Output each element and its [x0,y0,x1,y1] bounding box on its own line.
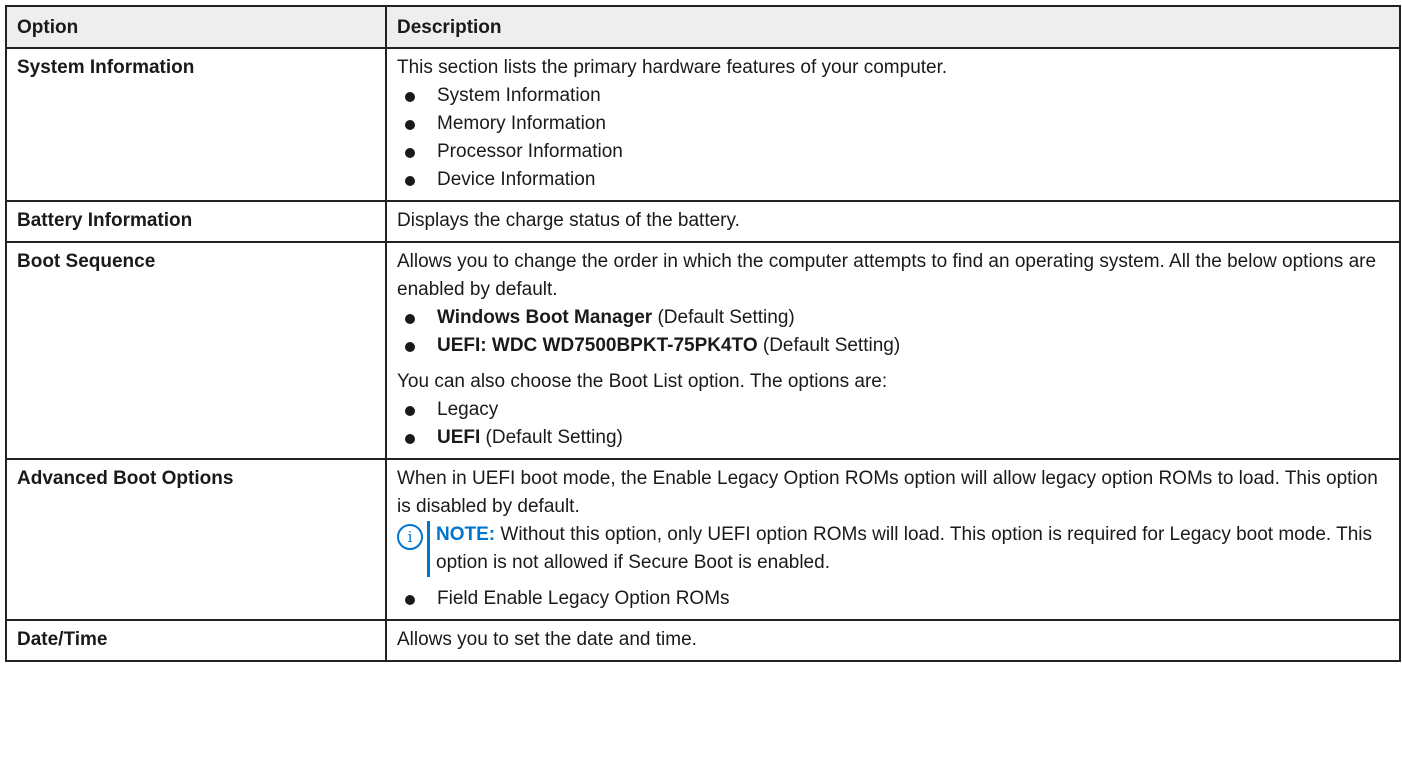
list-item-text: (Default Setting) [652,307,795,328]
list-item-bold: UEFI [437,427,481,448]
list-item: Memory Information [397,110,1391,138]
option-description: Allows you to set the date and time. [385,619,1401,662]
bullet-list: System Information Memory Information Pr… [397,82,1391,194]
header-option: Option [5,5,387,49]
list-item: UEFI (Default Setting) [397,424,1391,452]
option-name: Advanced Boot Options [5,458,387,621]
list-item-text: (Default Setting) [757,335,901,356]
list-item-text: (Default Setting) [480,427,623,448]
list-item: Legacy [397,396,1391,424]
list-item-text: Legacy [437,399,499,420]
option-description: When in UEFI boot mode, the Enable Legac… [385,458,1401,621]
header-description: Description [385,5,1401,49]
list-item: Windows Boot Manager (Default Setting) [397,304,1391,332]
list-item: System Information [397,82,1391,110]
bullet-list: Field Enable Legacy Option ROMs [397,585,1391,613]
option-name: Boot Sequence [5,241,387,460]
option-name: Battery Information [5,200,387,243]
info-circle-icon: i [397,524,423,550]
note-callout: i NOTE: Without this option, only UEFI o… [397,521,1391,577]
option-description: This section lists the primary hardware … [385,47,1401,202]
option-description: Displays the charge status of the batter… [385,200,1401,243]
options-table: Option Description System Information Th… [5,5,1401,662]
option-name: Date/Time [5,619,387,662]
description-text: When in UEFI boot mode, the Enable Legac… [397,468,1378,517]
list-item: Processor Information [397,138,1391,166]
list-item: Field Enable Legacy Option ROMs [397,585,1391,613]
table-header-row: Option Description [5,5,1401,49]
note-text: Without this option, only UEFI option RO… [436,524,1372,573]
option-description: Allows you to change the order in which … [385,241,1401,460]
list-item-bold: UEFI: WDC WD7500BPKT-75PK4TO [437,335,758,356]
table-row: Battery Information Displays the charge … [5,200,1401,243]
list-item: UEFI: WDC WD7500BPKT-75PK4TO (Default Se… [397,332,1391,360]
table-row: Boot Sequence Allows you to change the o… [5,241,1401,460]
table-row: Advanced Boot Options When in UEFI boot … [5,458,1401,621]
description-text: This section lists the primary hardware … [397,57,948,78]
bullet-list: Windows Boot Manager (Default Setting) U… [397,304,1391,360]
description-text: You can also choose the Boot List option… [397,371,888,392]
table-row: Date/Time Allows you to set the date and… [5,619,1401,662]
list-item: Device Information [397,166,1391,194]
option-name: System Information [5,47,387,202]
table-row: System Information This section lists th… [5,47,1401,202]
description-text: Allows you to set the date and time. [397,629,697,650]
list-item-bold: Windows Boot Manager [437,307,653,328]
note-body: NOTE: Without this option, only UEFI opt… [427,521,1391,577]
description-text: Allows you to change the order in which … [397,251,1377,300]
note-label: NOTE: [436,524,496,545]
description-text: Displays the charge status of the batter… [397,210,740,231]
bullet-list: Legacy UEFI (Default Setting) [397,396,1391,452]
